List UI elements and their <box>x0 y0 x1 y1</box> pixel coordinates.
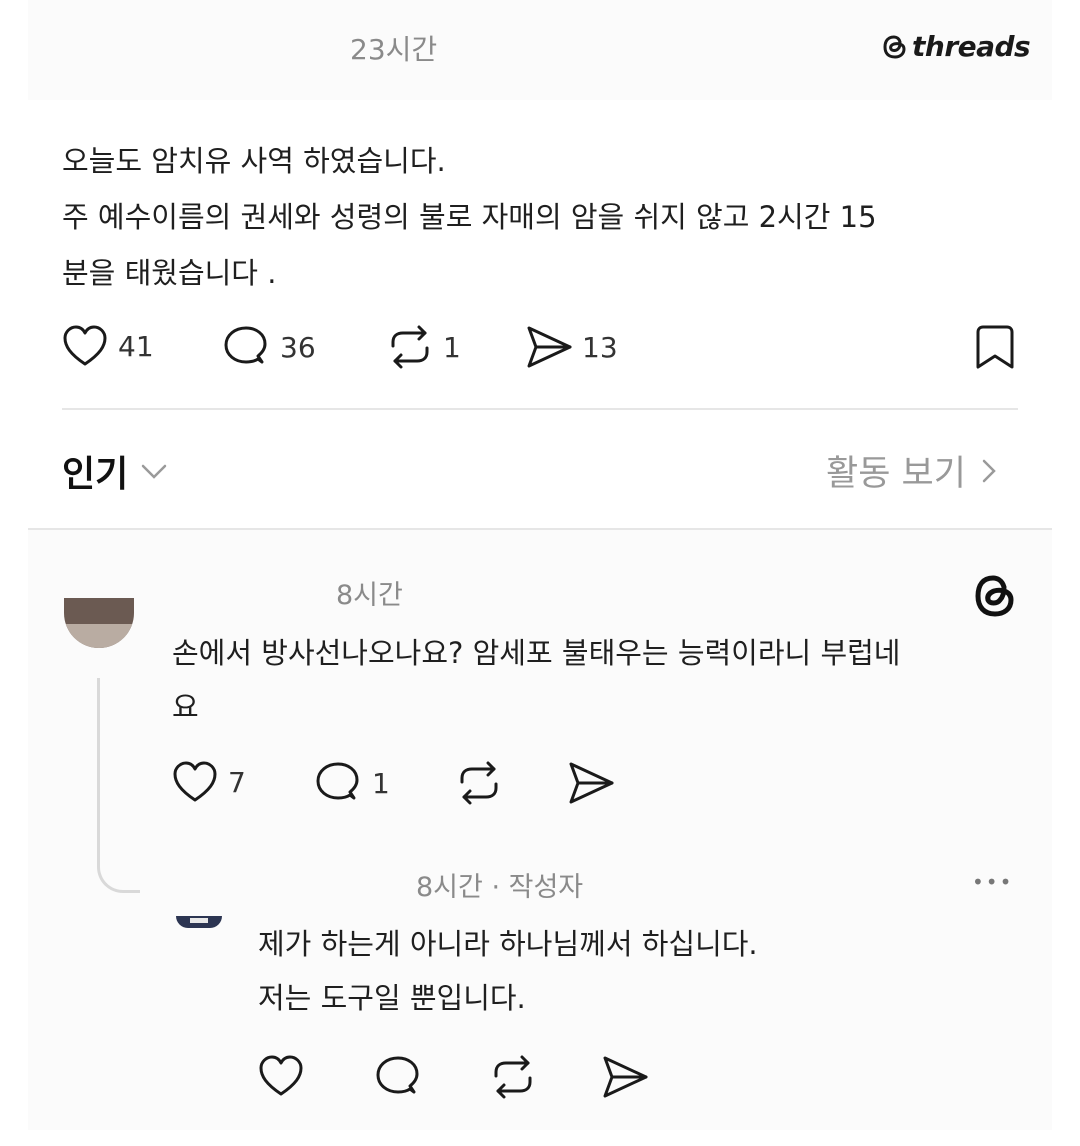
send-icon <box>603 1056 648 1098</box>
reply2-repost-button[interactable] <box>488 1054 538 1104</box>
post-share-button[interactable]: 13 <box>524 324 618 370</box>
post-comment-button[interactable]: 36 <box>222 324 316 370</box>
reply2-like-button[interactable] <box>258 1054 304 1102</box>
comment-icon <box>316 762 359 800</box>
post-timestamp: 23시간 <box>350 33 438 66</box>
repost-count: 1 <box>443 330 461 364</box>
comment-icon <box>376 1056 419 1094</box>
reply2-line: 저는 도구일 뿐입니다. <box>258 981 526 1015</box>
reply2-share-button[interactable] <box>600 1054 650 1104</box>
threads-icon <box>972 572 1018 624</box>
heart-icon <box>173 761 217 802</box>
threads-logo-icon <box>883 34 906 59</box>
reply1-comment-count: 1 <box>372 766 390 800</box>
post-body: 오늘도 암치유 사역 하였습니다. 주 예수이름의 권세와 성령의 불로 자매의… <box>62 133 1022 301</box>
threads-logo-text: threads <box>912 30 1031 63</box>
sort-dropdown[interactable]: 인기 <box>62 445 168 497</box>
reply1-line: 손에서 방사선나오나요? 암세포 불태우는 능력이라니 부럽네 <box>172 636 901 670</box>
reply1-avatar[interactable] <box>64 598 134 648</box>
activity-label: 활동 보기 <box>826 454 966 494</box>
post-line: 분을 태웠습니다 . <box>62 256 277 290</box>
bookmark-button[interactable] <box>975 324 1015 374</box>
post-divider <box>62 408 1018 410</box>
more-options-button[interactable]: ••• <box>972 870 1013 894</box>
reply2-avatar[interactable] <box>176 916 222 928</box>
chevron-right-icon <box>982 459 996 482</box>
reply1-body: 손에서 방사선나오나요? 암세포 불태우는 능력이라니 부럽네 요 <box>172 626 1022 734</box>
comment-icon <box>224 326 267 364</box>
bookmark-icon <box>976 325 1014 369</box>
send-icon <box>569 762 614 804</box>
reply2-line: 제가 하는게 아니라 하나님께서 하십니다. <box>258 927 758 961</box>
post-repost-button[interactable]: 1 <box>385 324 461 370</box>
replies-bg <box>28 530 1052 1130</box>
post-line: 오늘도 암치유 사역 하였습니다. <box>62 144 446 178</box>
activity-link[interactable]: 활동 보기 <box>826 445 998 496</box>
post-like-button[interactable]: 41 <box>62 324 154 368</box>
heart-icon <box>63 325 107 366</box>
reply2-timestamp: 8시간 · 작성자 <box>416 872 584 903</box>
repost-icon <box>391 325 429 369</box>
reply1-timestamp: 8시간 <box>336 580 403 611</box>
reply1-comment-button[interactable]: 1 <box>314 760 390 806</box>
reply1-share-button[interactable] <box>566 760 616 810</box>
chevron-down-icon <box>142 464 167 479</box>
comment-count: 36 <box>280 330 316 364</box>
reply1-line: 요 <box>172 690 199 724</box>
repost-icon <box>460 761 498 805</box>
reply2-body: 제가 하는게 아니라 하나님께서 하십니다. 저는 도구일 뿐입니다. <box>258 917 1018 1025</box>
post-line: 주 예수이름의 권세와 성령의 불로 자매의 암을 쉬지 않고 2시간 15 <box>62 200 877 234</box>
send-icon <box>527 326 572 368</box>
threads-icon <box>975 575 1014 617</box>
repost-icon <box>494 1055 532 1099</box>
like-count: 41 <box>118 329 154 363</box>
threads-logo: threads <box>882 30 1031 63</box>
thread-connector <box>97 678 140 893</box>
share-count: 13 <box>582 330 618 364</box>
reply2-comment-button[interactable] <box>374 1054 422 1104</box>
heart-icon <box>259 1055 303 1096</box>
reply1-repost-button[interactable] <box>454 760 504 810</box>
sort-label: 인기 <box>62 454 129 495</box>
reply1-like-button[interactable]: 7 <box>172 760 246 804</box>
reply1-like-count: 7 <box>228 765 246 799</box>
